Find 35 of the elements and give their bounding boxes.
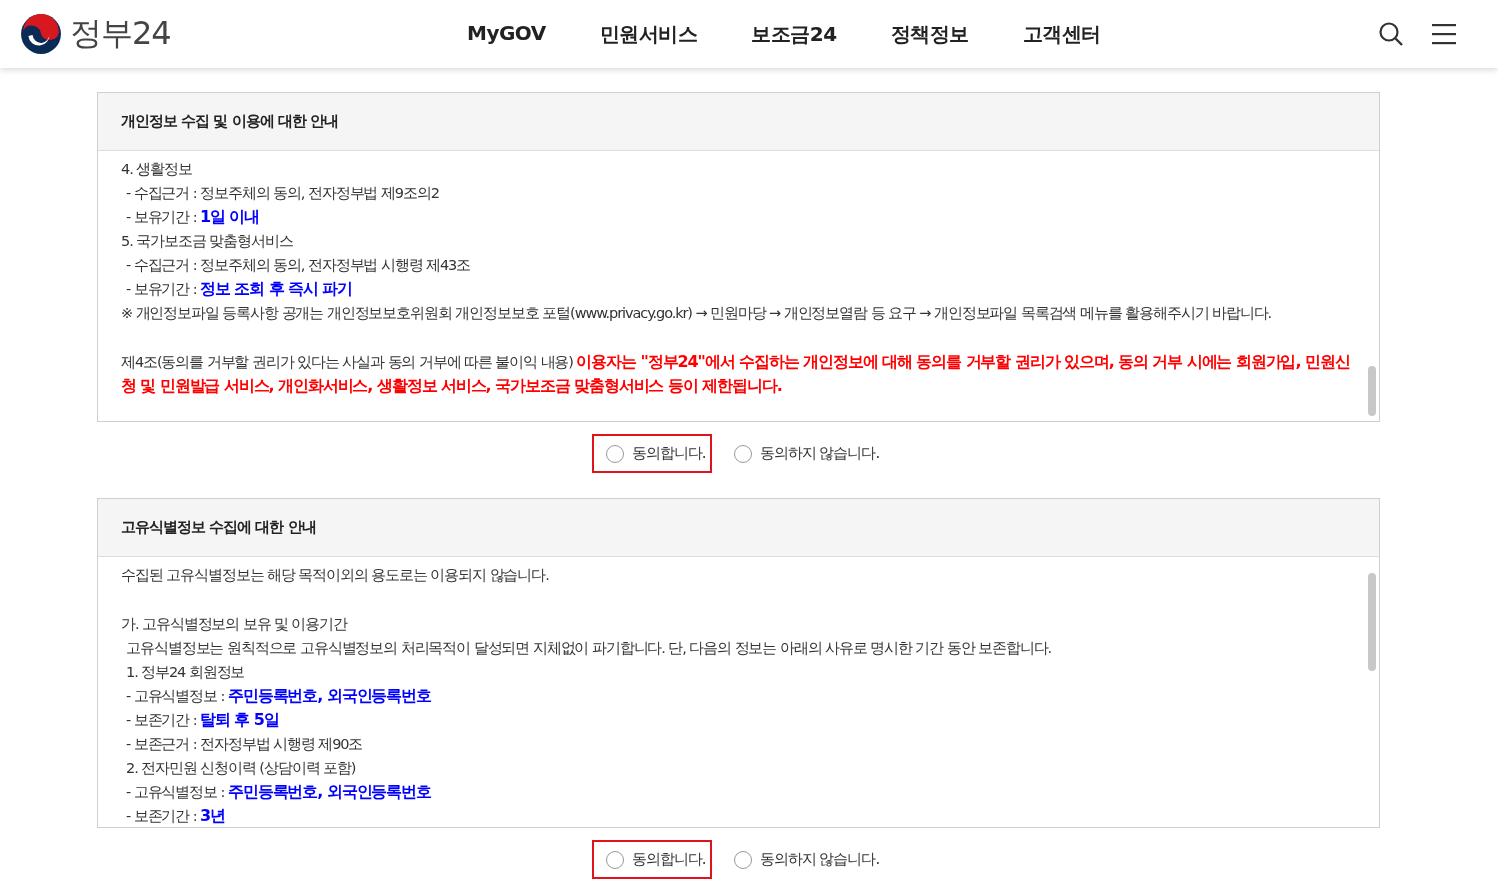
notice-text: 제4조(동의를 거부할 권리가 있다는 사실과 동의 거부에 따른 불이익 내용) 이용자는 "정부24"에서 수집하는 개인정보에 대해 동의를 거부할 권리가 있으며, 동의 거부 시에는 회원가입, 민원신청 및 민원발급 서비스, 개인화서비스, 생활정보 서비스, 국가보조금 맞춤형서비스 등이 제한됩니다. — [121, 350, 1351, 397]
notice-text: 가. 고유식별정보의 보유 및 이용기간 — [121, 614, 349, 634]
notice-text: 4. 생활정보 — [121, 160, 193, 179]
notice-text: - 보존근거 : 전자정부법 시행령 제90조 — [125, 734, 364, 754]
nav-link[interactable]: 보조금24 — [751, 20, 837, 48]
notice-text: - 수집근거 : 정보주체의 동의, 전자정부법 시행령 제43조 — [125, 256, 472, 275]
notice-text: 고유식별정보는 원칙적으로 고유식별정보의 처리목적이 달성되면 지체없이 파기합니다. 단, 다음의 정보는 아래의 사유로 명시한 기간 동안 보존합니다. — [125, 638, 1052, 658]
radio-option[interactable]: 동의합니다. — [591, 840, 712, 879]
nav-link[interactable]: MyGOV — [467, 20, 546, 48]
radio-option[interactable]: 동의하지 않습니다. — [719, 434, 886, 473]
nav-link[interactable]: 고객센터 — [1022, 20, 1101, 48]
nav-link[interactable]: 민원서비스 — [599, 20, 698, 48]
notice-text: - 보유기간 : 정보 조회 후 즉시 파기 — [125, 278, 354, 300]
notice-text: ※ 개인정보파일 등록사항 공개는 개인정보보호위원회 개인정보보호 포털(www.privacy.go.kr) → 민원마당 → 개인정보열람 등 요구 → 개인정보파일 목록검색 메뉴를 활용해주시기 바랍니다. — [121, 304, 1273, 323]
notice-text: 2. 전자민원 신청이력 (상담이력 포함) — [125, 758, 357, 778]
panel-title: 개인정보 수집 및 이용에 대한 안내 — [121, 112, 339, 131]
notice-text: 수집된 고유식별정보는 해당 목적이외의 용도로는 이용되지 않습니다. — [121, 566, 550, 585]
emblem-icon — [20, 13, 62, 55]
search-icon[interactable] — [1378, 21, 1404, 47]
notice-text: - 고유식별정보 : 주민등록번호, 외국인등록번호 — [125, 780, 432, 803]
scrollbar[interactable] — [1368, 366, 1376, 416]
notice-text: - 보존기간 : 3년 — [125, 804, 226, 827]
notice-text: - 수집근거 : 정보주체의 동의, 전자정부법 제9조의2 — [125, 184, 440, 203]
notice-text: - 보존기간 : 탈퇴 후 5일 — [125, 708, 280, 731]
notice-text: - 보유기간 : 1일 이내 — [125, 206, 261, 228]
panel-title: 고유식별정보 수집에 대한 안내 — [121, 518, 316, 537]
scrollbar[interactable] — [1368, 573, 1376, 671]
radio-option[interactable]: 동의하지 않습니다. — [719, 840, 886, 879]
site-logo[interactable]: 정부24 — [70, 12, 171, 56]
notice-text: 1. 정부24 회원정보 — [125, 662, 246, 682]
notice-text: - 고유식별정보 : 주민등록번호, 외국인등록번호 — [125, 684, 432, 707]
radio-option[interactable]: 동의합니다. — [591, 434, 712, 473]
menu-icon[interactable] — [1432, 23, 1456, 45]
notice-text: 5. 국가보조금 맞춤형서비스 — [121, 232, 294, 251]
nav-link[interactable]: 정책정보 — [890, 20, 969, 48]
